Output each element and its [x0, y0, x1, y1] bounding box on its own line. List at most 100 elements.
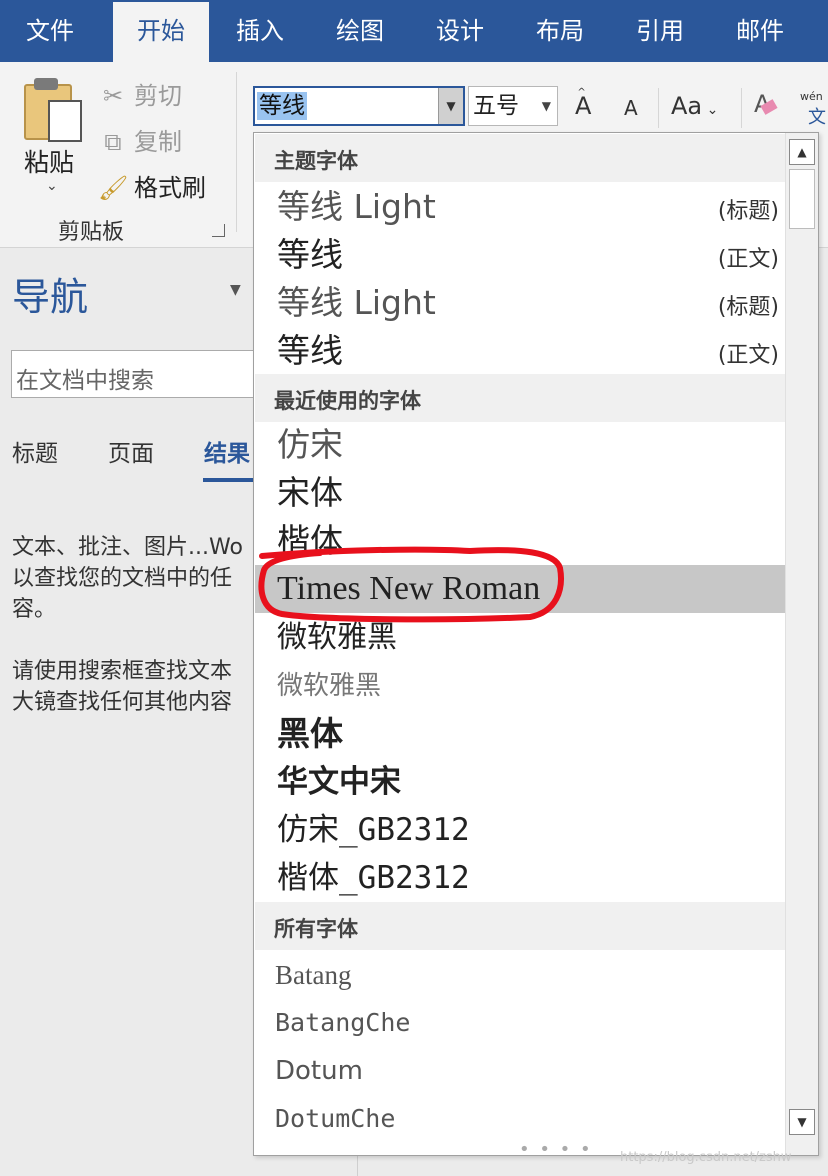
font-name-dropdown-arrow-icon[interactable]: ▼ — [438, 88, 463, 124]
font-option-name: DotumChe — [275, 1104, 396, 1133]
nav-help-line: 以查找您的文档中的任 — [12, 566, 233, 591]
grow-font-button[interactable]: A^ — [575, 87, 600, 120]
font-option-kaiti[interactable]: 楷体 — [255, 518, 785, 566]
section-header-recent-fonts: 最近使用的字体 — [255, 374, 785, 422]
nav-help-line: 大镜查找任何其他内容 — [12, 690, 233, 715]
ribbon-tab-bar: 文件 开始 插入 绘图 设计 布局 引用 邮件 — [0, 0, 828, 62]
font-name-input[interactable]: 等线 — [257, 92, 307, 120]
font-size-dropdown-arrow-icon[interactable]: ▼ — [542, 87, 551, 125]
font-option-name: 仿宋 — [277, 428, 343, 464]
tab-mailings[interactable]: 邮件 — [712, 0, 808, 62]
scroll-up-arrow-icon[interactable]: ▲ — [789, 139, 815, 165]
font-option-name: BatangChe — [275, 1008, 411, 1037]
change-case-button[interactable]: Aa ⌄ — [671, 92, 718, 120]
font-option-heiti[interactable]: 黑体 — [255, 710, 785, 758]
copy-button[interactable]: ⧉ 复制 — [98, 122, 182, 157]
section-header-label: 主题字体 — [274, 149, 358, 173]
section-header-theme-fonts: 主题字体 — [255, 134, 785, 182]
font-option-microsoft-yahei-light[interactable]: 微软雅黑 — [255, 662, 785, 710]
phonetic-guide-char: 文 — [808, 107, 826, 128]
dialog-launcher-icon[interactable] — [212, 224, 225, 237]
format-painter-button[interactable]: 🖌 格式刷 — [98, 168, 206, 203]
font-option-tag: (正文) — [717, 247, 779, 272]
font-option-dotum[interactable]: Dotum — [255, 1047, 785, 1095]
document-search-input[interactable]: 在文档中搜索 — [11, 350, 271, 398]
nav-tab-results[interactable]: 结果 — [204, 434, 250, 468]
font-option-name: 等线 — [277, 331, 343, 370]
phonetic-guide-button[interactable]: wén 文 — [800, 90, 828, 129]
format-painter-label: 格式刷 — [134, 174, 206, 202]
font-option-fangsong-gb2312[interactable]: 仿宋_GB2312 — [255, 806, 785, 854]
pane-options-chevron-icon[interactable]: ▼ — [230, 282, 241, 298]
section-header-label: 所有字体 — [274, 917, 358, 941]
font-divider-2 — [741, 88, 742, 128]
font-option-fangsong[interactable]: 仿宋 — [255, 422, 785, 470]
font-option-name: 等线 — [277, 235, 343, 274]
font-option-name: 华文中宋 — [277, 764, 401, 799]
tab-draw[interactable]: 绘图 — [312, 0, 408, 62]
font-option-name: Dotum — [275, 1056, 363, 1086]
section-header-label: 最近使用的字体 — [274, 389, 421, 413]
font-option-name: 仿宋_GB2312 — [277, 812, 470, 848]
font-option-stzhongsong[interactable]: 华文中宋 — [255, 758, 785, 806]
font-option-name: 等线 Light — [277, 187, 436, 226]
font-option-name: 楷体_GB2312 — [277, 860, 470, 896]
font-size-combobox[interactable]: 五号 ▼ — [468, 86, 558, 126]
font-size-input[interactable]: 五号 — [473, 92, 519, 120]
tab-home[interactable]: 开始 — [113, 2, 209, 62]
font-option-tag: (标题) — [717, 199, 779, 224]
font-option-name: 宋体 — [277, 476, 343, 512]
change-case-icon: Aa — [671, 92, 703, 120]
tab-file[interactable]: 文件 — [2, 0, 98, 62]
tab-layout[interactable]: 布局 — [512, 0, 608, 62]
font-option-name: 黑体 — [277, 714, 343, 753]
cut-button[interactable]: ✂ 剪切 — [98, 76, 182, 111]
paintbrush-icon: 🖌 — [98, 174, 129, 202]
scroll-down-arrow-icon[interactable]: ▼ — [789, 1109, 815, 1135]
font-option-dengxian-body[interactable]: 等线 (正文) — [255, 327, 785, 375]
font-option-songti[interactable]: 宋体 — [255, 470, 785, 518]
font-option-dengxian-light-heading[interactable]: 等线 Light (标题) — [255, 183, 785, 231]
font-option-microsoft-yahei[interactable]: 微软雅黑 — [255, 614, 785, 662]
copy-label: 复制 — [134, 128, 182, 156]
font-option-name: 微软雅黑 — [277, 671, 382, 701]
font-option-times-new-roman[interactable]: Times New Roman — [255, 565, 785, 613]
nav-help-line: 文本、批注、图片...Wo — [12, 535, 243, 560]
scrollbar-thumb[interactable] — [789, 169, 815, 229]
nav-help-line: 容。 — [12, 597, 57, 622]
group-divider — [236, 72, 237, 232]
tab-insert[interactable]: 插入 — [212, 0, 308, 62]
navigation-pane-title: 导航 — [12, 275, 89, 319]
font-option-dotumche[interactable]: DotumChe — [255, 1095, 785, 1143]
paste-button-label[interactable]: 粘贴 — [24, 143, 74, 179]
font-option-kaiti-gb2312[interactable]: 楷体_GB2312 — [255, 854, 785, 902]
font-name-combobox[interactable]: 等线 ▼ — [253, 86, 465, 126]
active-tab-indicator — [203, 478, 259, 482]
tab-design[interactable]: 设计 — [412, 0, 508, 62]
resize-grip-icon[interactable]: • • • • — [519, 1139, 593, 1155]
tab-references[interactable]: 引用 — [612, 0, 708, 62]
nav-tab-pages[interactable]: 页面 — [108, 434, 154, 468]
font-option-name: Times New Roman — [277, 570, 541, 607]
font-option-batangche[interactable]: BatangChe — [255, 999, 785, 1047]
font-option-tag: (正文) — [717, 343, 779, 368]
clear-formatting-button[interactable]: A — [754, 90, 778, 118]
phonetic-guide-top: wén — [800, 90, 823, 103]
font-divider — [658, 88, 659, 128]
nav-help-line: 请使用搜索框查找文本 — [12, 659, 233, 684]
dropdown-scrollbar[interactable]: ▲ ▼ — [785, 133, 818, 1155]
shrink-font-button[interactable]: A — [624, 96, 638, 120]
font-option-name: 等线 Light — [277, 283, 436, 322]
shrink-font-icon: A — [624, 96, 638, 120]
paste-icon[interactable] — [24, 78, 82, 142]
font-dropdown-list[interactable]: 主题字体 等线 Light (标题) 等线 (正文) 等线 Light (标题)… — [253, 132, 819, 1156]
font-option-name: 微软雅黑 — [277, 620, 397, 655]
font-option-dengxian-light-heading[interactable]: 等线 Light (标题) — [255, 279, 785, 327]
paste-dropdown-chevron-icon[interactable]: ⌄ — [46, 178, 58, 194]
font-option-name: 楷体 — [277, 524, 343, 560]
copy-icon: ⧉ — [104, 128, 122, 156]
font-option-batang[interactable]: Batang — [255, 951, 785, 999]
font-option-dengxian-body[interactable]: 等线 (正文) — [255, 231, 785, 279]
nav-tab-headings[interactable]: 标题 — [12, 434, 58, 468]
font-option-name: Batang — [275, 960, 352, 990]
